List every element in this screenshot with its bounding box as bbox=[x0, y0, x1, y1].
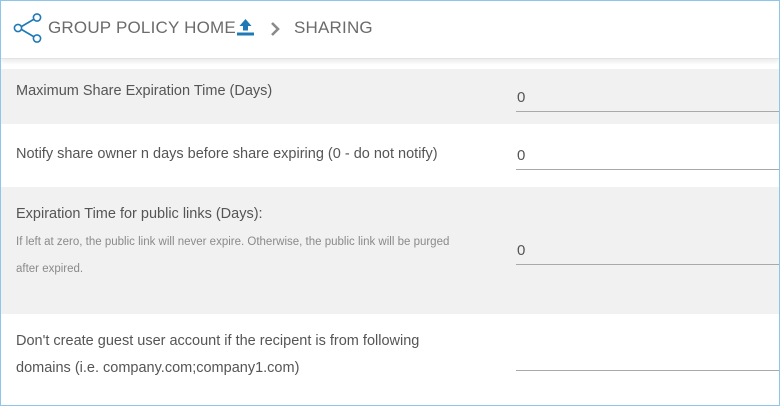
setting-row-max-share-expiration: Maximum Share Expiration Time (Days) bbox=[1, 69, 779, 124]
public-link-expiration-input[interactable] bbox=[516, 237, 779, 265]
setting-label: Notify share owner n days before share e… bbox=[16, 146, 438, 162]
setting-row-guest-domains: Don't create guest user account if the r… bbox=[1, 314, 779, 405]
share-icon bbox=[13, 13, 42, 43]
guest-domains-input[interactable] bbox=[516, 343, 779, 371]
settings-list: Maximum Share Expiration Time (Days) Not… bbox=[1, 59, 779, 405]
max-share-expiration-input[interactable] bbox=[516, 84, 779, 112]
setting-row-public-link-expiration: Expiration Time for public links (Days):… bbox=[1, 187, 779, 314]
notify-owner-days-input[interactable] bbox=[516, 142, 779, 170]
breadcrumb-current: SHARING bbox=[294, 18, 373, 37]
chevron-right-icon bbox=[271, 22, 280, 36]
upload-icon[interactable] bbox=[236, 18, 255, 37]
setting-label: domains (i.e. company.com;company1.com) bbox=[16, 360, 300, 376]
setting-hint: If left at zero, the public link will ne… bbox=[16, 236, 450, 248]
breadcrumb-home-link[interactable]: GROUP POLICY HOME bbox=[48, 18, 236, 38]
setting-row-notify-owner: Notify share owner n days before share e… bbox=[1, 124, 779, 187]
breadcrumb-bar: GROUP POLICY HOME SHARING bbox=[1, 1, 779, 59]
setting-label: Maximum Share Expiration Time (Days) bbox=[16, 83, 273, 99]
app-frame: GROUP POLICY HOME SHARING Maximum Share … bbox=[0, 0, 780, 406]
setting-label: Expiration Time for public links (Days): bbox=[16, 206, 263, 222]
setting-hint: after expired. bbox=[16, 263, 84, 275]
setting-label: Don't create guest user account if the r… bbox=[16, 333, 420, 349]
